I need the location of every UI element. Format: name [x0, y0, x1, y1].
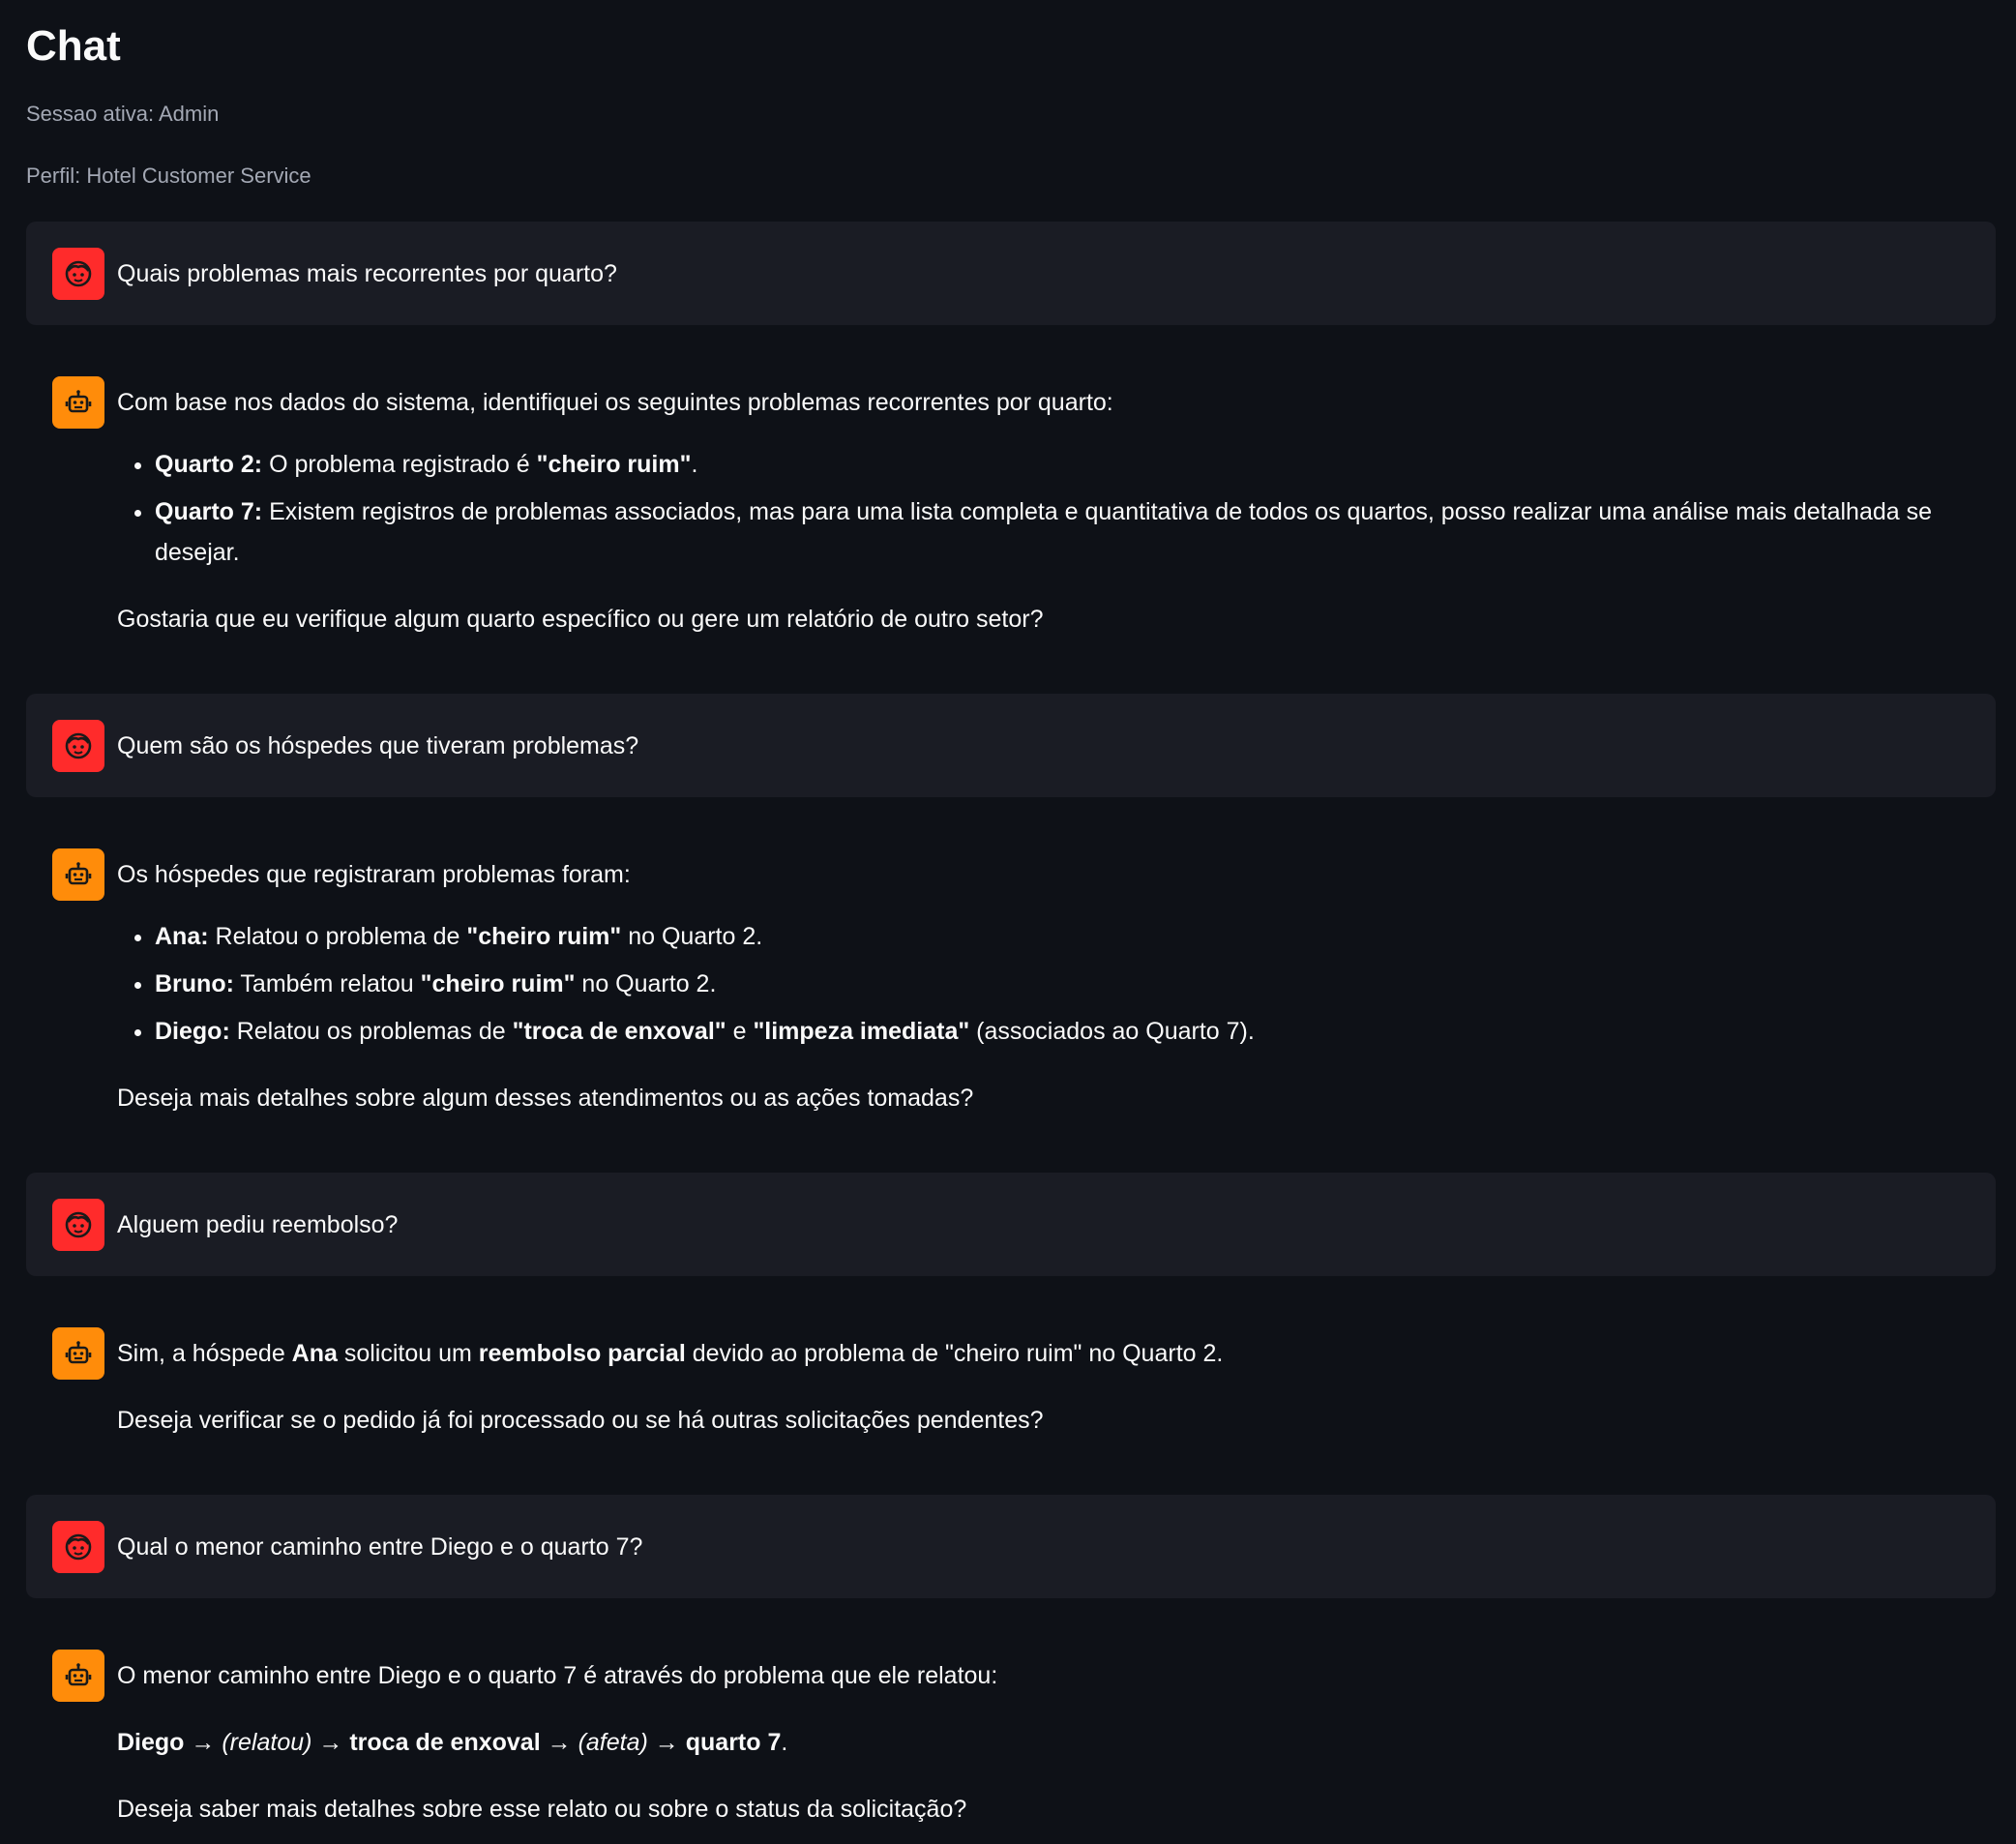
message-text: Quais problemas mais recorrentes por qua… [117, 260, 617, 287]
list-item: Bruno: Também relatou "cheiro ruim" no Q… [155, 964, 1970, 1004]
user-message: Quais problemas mais recorrentes por qua… [26, 222, 1996, 325]
robot-icon [52, 1650, 104, 1702]
message-closing: Gostaria que eu verifique algum quarto e… [117, 606, 1044, 633]
user-message: Qual o menor caminho entre Diego e o qua… [26, 1495, 1996, 1598]
message-intro: O menor caminho entre Diego e o quarto 7… [117, 1662, 998, 1689]
chat-history: Quais problemas mais recorrentes por qua… [26, 222, 1996, 1844]
bullet-list: Quarto 2: O problema registrado é "cheir… [117, 444, 1970, 573]
message-content: Quem são os hóspedes que tiveram problem… [117, 720, 1970, 766]
graph-path: Diego → (relatou) → troca de enxoval → (… [117, 1729, 788, 1756]
message-text: Sim, a hóspede Ana solicitou um reembols… [117, 1340, 1224, 1367]
user-face-icon [52, 1521, 104, 1573]
message-content: Os hóspedes que registraram problemas fo… [117, 848, 1970, 1118]
list-item: Diego: Relatou os problemas de "troca de… [155, 1011, 1970, 1052]
message-content: Qual o menor caminho entre Diego e o qua… [117, 1521, 1970, 1567]
message-text: Quem são os hóspedes que tiveram problem… [117, 732, 639, 759]
list-item: Quarto 2: O problema registrado é "cheir… [155, 444, 1970, 485]
message-content: Sim, a hóspede Ana solicitou um reembols… [117, 1327, 1970, 1441]
robot-icon [52, 1327, 104, 1380]
assistant-message: Sim, a hóspede Ana solicitou um reembols… [26, 1301, 1996, 1470]
user-message: Alguem pediu reembolso? [26, 1173, 1996, 1276]
message-text: Qual o menor caminho entre Diego e o qua… [117, 1533, 643, 1561]
user-face-icon [52, 720, 104, 772]
message-content: O menor caminho entre Diego e o quarto 7… [117, 1650, 1970, 1829]
message-content: Com base nos dados do sistema, identifiq… [117, 376, 1970, 639]
message-content: Quais problemas mais recorrentes por qua… [117, 248, 1970, 294]
user-face-icon [52, 248, 104, 300]
message-closing: Deseja mais detalhes sobre algum desses … [117, 1085, 974, 1112]
user-face-icon [52, 1199, 104, 1251]
list-item: Quarto 7: Existem registros de problemas… [155, 491, 1970, 573]
message-text: Alguem pediu reembolso? [117, 1211, 399, 1238]
page-title: Chat [26, 22, 121, 70]
chat-page: Chat Sessao ativa: Admin Perfil: Hotel C… [26, 0, 1996, 1844]
user-message: Quem são os hóspedes que tiveram problem… [26, 694, 1996, 797]
list-item: Ana: Relatou o problema de "cheiro ruim"… [155, 916, 1970, 957]
robot-icon [52, 376, 104, 429]
assistant-message: Os hóspedes que registraram problemas fo… [26, 822, 1996, 1147]
message-intro: Os hóspedes que registraram problemas fo… [117, 861, 631, 888]
robot-icon [52, 848, 104, 901]
profile-label: Perfil: Hotel Customer Service [26, 164, 311, 188]
message-closing: Deseja saber mais detalhes sobre esse re… [117, 1796, 967, 1823]
session-label: Sessao ativa: Admin [26, 102, 220, 126]
message-intro: Com base nos dados do sistema, identifiq… [117, 389, 1113, 416]
message-closing: Deseja verificar se o pedido já foi proc… [117, 1407, 1044, 1434]
bullet-list: Ana: Relatou o problema de "cheiro ruim"… [117, 916, 1970, 1052]
message-content: Alguem pediu reembolso? [117, 1199, 1970, 1245]
assistant-message: O menor caminho entre Diego e o quarto 7… [26, 1623, 1996, 1844]
assistant-message: Com base nos dados do sistema, identifiq… [26, 350, 1996, 669]
